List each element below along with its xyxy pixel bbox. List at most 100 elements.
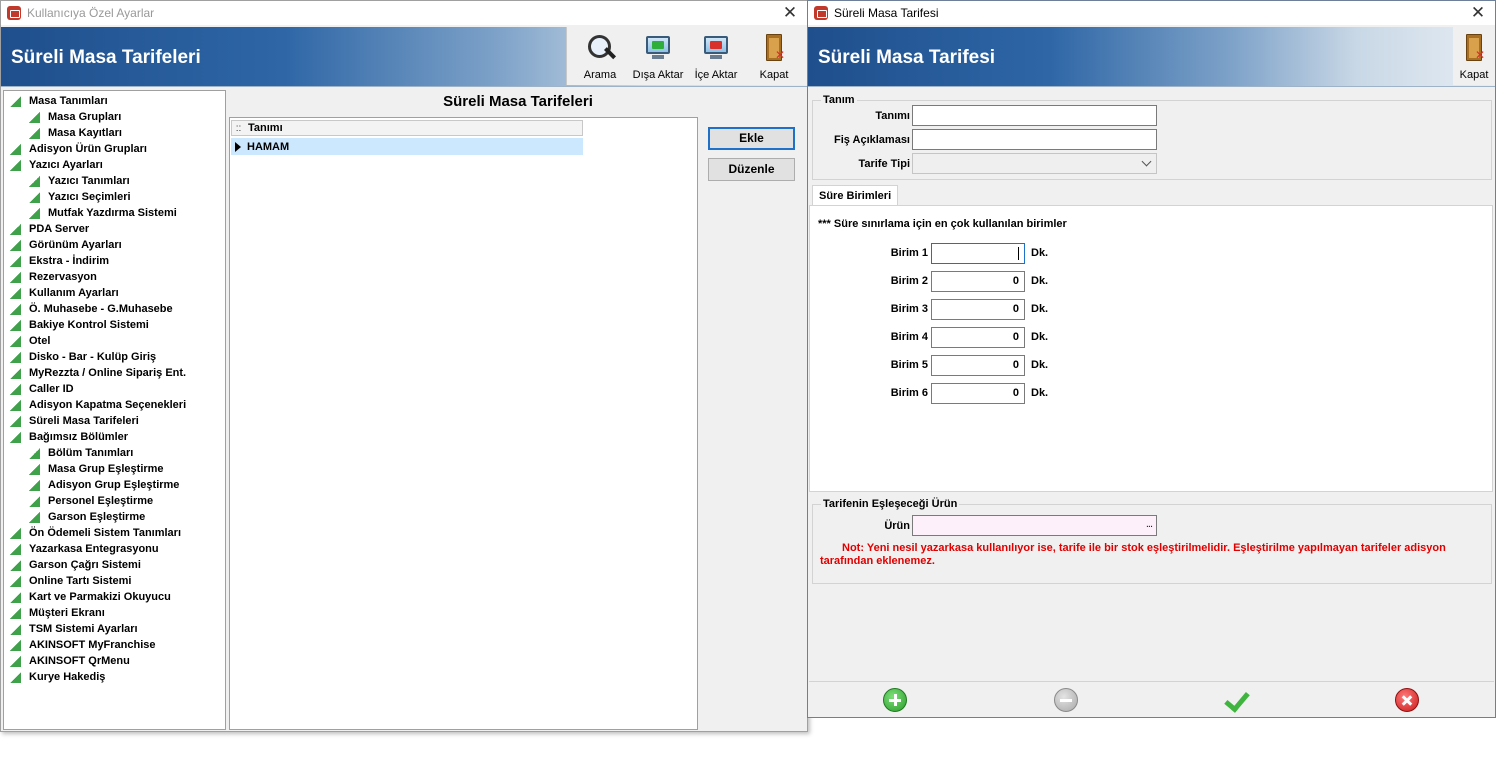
tree-item[interactable]: Rezervasyon	[4, 269, 225, 285]
tree-item-label: Ekstra - İndirim	[29, 255, 110, 267]
unit-input[interactable]: 0	[931, 355, 1025, 376]
tree-item-label: Yazarkasa Entegrasyonu	[29, 543, 159, 555]
search-label: Arama	[583, 69, 617, 81]
app-icon	[814, 6, 828, 20]
search-icon	[585, 33, 615, 63]
tarife-tipi-select[interactable]	[912, 153, 1157, 174]
search-button[interactable]: Arama	[571, 29, 629, 85]
tree-item[interactable]: Müşteri Ekranı	[4, 605, 225, 621]
browse-button[interactable]: ...	[1146, 518, 1153, 530]
tree-item[interactable]: Yazarkasa Entegrasyonu	[4, 541, 225, 557]
tree-item[interactable]: AKINSOFT QrMenu	[4, 653, 225, 669]
tree-item[interactable]: Görünüm Ayarları	[4, 237, 225, 253]
cancel-icon[interactable]	[1395, 688, 1419, 712]
tree-item[interactable]: Bölüm Tanımları	[4, 445, 225, 461]
tree-item[interactable]: Bakiye Kontrol Sistemi	[4, 317, 225, 333]
tree-item[interactable]: Personel Eşleştirme	[4, 493, 225, 509]
tree-item[interactable]: Masa Tanımları	[4, 93, 225, 109]
tanimi-input[interactable]	[912, 105, 1157, 126]
tree-item[interactable]: Garson Eşleştirme	[4, 509, 225, 525]
tree-item-label: Bakiye Kontrol Sistemi	[29, 319, 149, 331]
tree-item[interactable]: MyRezzta / Online Sipariş Ent.	[4, 365, 225, 381]
tree-node-icon	[10, 671, 21, 683]
settings-tree: Masa Tanımları Masa Grupları Masa Kayıtlar…	[3, 90, 226, 730]
tree-item[interactable]: Online Tartı Sistemi	[4, 573, 225, 589]
tree-item[interactable]: Ön Ödemeli Sistem Tanımları	[4, 525, 225, 541]
tree-node-icon	[10, 431, 21, 443]
fis-aciklamasi-input[interactable]	[912, 129, 1157, 150]
tab-sure-birimleri[interactable]: Süre Birimleri	[812, 185, 899, 206]
tree-item[interactable]: Masa Kayıtları	[4, 125, 225, 141]
close-button[interactable]: ✕ Kapat	[745, 29, 803, 85]
dialog-title: Süreli Masa Tarifesi	[834, 6, 939, 20]
settings-window: Kullanıcıya Özel Ayarlar ✕ Süreli Masa T…	[0, 0, 808, 732]
tree-item[interactable]: Ö. Muhasebe - G.Muhasebe	[4, 301, 225, 317]
tree-item-label: Caller ID	[29, 383, 74, 395]
dialog-titlebar[interactable]: Süreli Masa Tarifesi ✕	[808, 1, 1495, 25]
tree-item-label: Görünüm Ayarları	[29, 239, 122, 251]
tree-item[interactable]: Adisyon Kapatma Seçenekleri	[4, 397, 225, 413]
tree-item-label: Kart ve Parmakizi Okuyucu	[29, 591, 171, 603]
tree-item[interactable]: Kurye Hakediş	[4, 669, 225, 685]
tree-item[interactable]: Adisyon Ürün Grupları	[4, 141, 225, 157]
unit-input[interactable]: 0	[931, 327, 1025, 348]
tree-item[interactable]: Yazıcı Tanımları	[4, 173, 225, 189]
tree-item[interactable]: Bağımsız Bölümler	[4, 429, 225, 445]
remove-icon[interactable]	[1054, 688, 1078, 712]
tree-item[interactable]: Kart ve Parmakizi Okuyucu	[4, 589, 225, 605]
unit-input[interactable]: 0	[931, 383, 1025, 404]
tree-item-label: Masa Kayıtları	[48, 127, 122, 139]
tree-item[interactable]: Caller ID	[4, 381, 225, 397]
urun-input[interactable]: ...	[912, 515, 1157, 536]
unit-suffix: Dk.	[1031, 359, 1049, 371]
tree-item[interactable]: Masa Grup Eşleştirme	[4, 461, 225, 477]
tree-item-label: Yazıcı Tanımları	[48, 175, 130, 187]
tree-item[interactable]: AKINSOFT MyFranchise	[4, 637, 225, 653]
close-icon[interactable]: ✕	[1467, 3, 1489, 23]
tree-item-label: Ö. Muhasebe - G.Muhasebe	[29, 303, 173, 315]
table-row[interactable]: HAMAM	[231, 138, 583, 155]
tree-item[interactable]: Disko - Bar - Kulüp Giriş	[4, 349, 225, 365]
tree-item[interactable]: Garson Çağrı Sistemi	[4, 557, 225, 573]
tree-item[interactable]: Kullanım Ayarları	[4, 285, 225, 301]
dialog-close-button[interactable]: ✕ Kapat	[1457, 29, 1491, 85]
tree-node-icon	[10, 655, 21, 667]
tree-item-label: Adisyon Kapatma Seçenekleri	[29, 399, 187, 411]
tree-item[interactable]: TSM Sistemi Ayarları	[4, 621, 225, 637]
tree-item[interactable]: Mutfak Yazdırma Sistemi	[4, 205, 225, 221]
close-icon[interactable]: ✕	[779, 3, 801, 23]
tree-item[interactable]: Adisyon Grup Eşleştirme	[4, 477, 225, 493]
window-titlebar[interactable]: Kullanıcıya Özel Ayarlar ✕	[1, 1, 807, 25]
tree-node-icon	[29, 479, 40, 491]
confirm-check-icon[interactable]	[1221, 688, 1251, 714]
tree-node-icon	[10, 303, 21, 315]
tree-item[interactable]: Süreli Masa Tarifeleri	[4, 413, 225, 429]
export-icon	[643, 33, 673, 63]
unit-input[interactable]: 0	[931, 271, 1025, 292]
row-pointer-icon	[231, 142, 244, 152]
unit-suffix: Dk.	[1031, 247, 1049, 259]
tree-item-label: Bölüm Tanımları	[48, 447, 134, 459]
add-button[interactable]: Ekle	[708, 127, 795, 150]
tree-item-label: Masa Grup Eşleştirme	[48, 463, 164, 475]
tree-node-icon	[29, 495, 40, 507]
add-icon[interactable]	[883, 688, 907, 712]
tree-node-icon	[10, 623, 21, 635]
edit-button[interactable]: Düzenle	[708, 158, 795, 181]
unit-input[interactable]	[931, 243, 1025, 264]
tree-node-icon	[10, 399, 21, 411]
tree-item[interactable]: Yazıcı Ayarları	[4, 157, 225, 173]
tree-item[interactable]: Yazıcı Seçimleri	[4, 189, 225, 205]
export-button[interactable]: Dışa Aktar	[629, 29, 687, 85]
tree-item[interactable]: PDA Server	[4, 221, 225, 237]
tree-node-icon	[29, 207, 40, 219]
tree-item[interactable]: Ekstra - İndirim	[4, 253, 225, 269]
tree-item-label: Yazıcı Seçimleri	[48, 191, 131, 203]
tree-item[interactable]: Otel	[4, 333, 225, 349]
tree-node-icon	[10, 367, 21, 379]
tree-node-icon	[10, 639, 21, 651]
tree-item[interactable]: Masa Grupları	[4, 109, 225, 125]
import-button[interactable]: İçe Aktar	[687, 29, 745, 85]
column-header-tanimi[interactable]: Tanımı	[245, 122, 283, 134]
unit-input[interactable]: 0	[931, 299, 1025, 320]
